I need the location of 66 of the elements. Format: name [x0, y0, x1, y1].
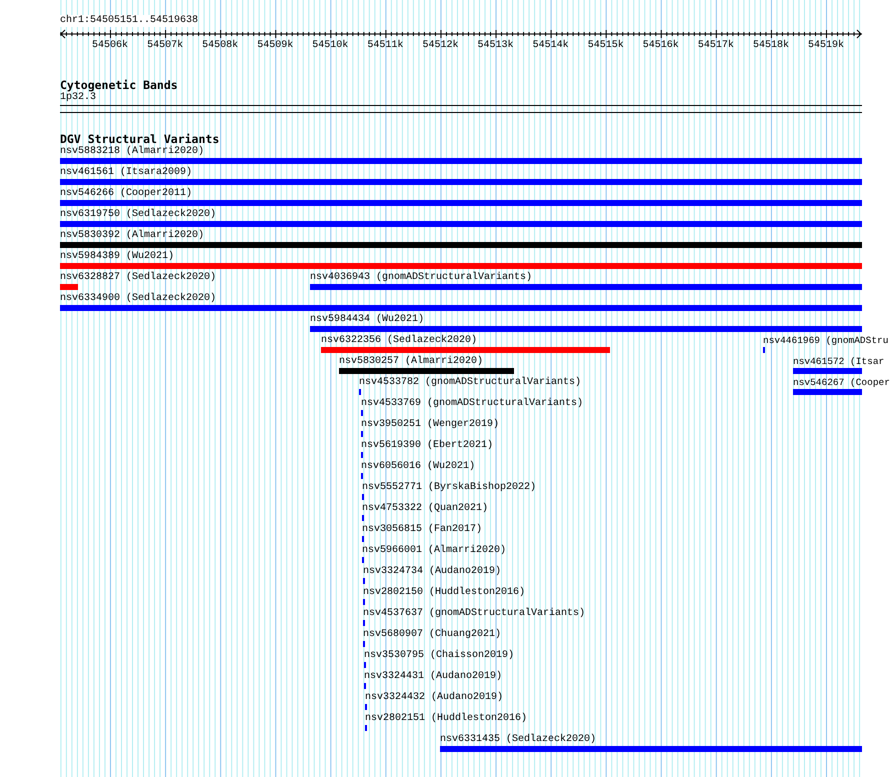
variant-bar[interactable]: [793, 389, 862, 395]
feature-label[interactable]: nsv6322356 (Sedlazeck2020): [321, 335, 478, 347]
feature-label[interactable]: nsv3324432 (Audano2019): [365, 692, 504, 704]
variant-bar[interactable]: [60, 263, 862, 269]
tick-label: 54517k: [698, 40, 734, 52]
feature-label[interactable]: nsv2802150 (Huddleston2016): [363, 587, 526, 599]
feature-label[interactable]: nsv4036943 (gnomADStructuralVariants): [310, 272, 532, 284]
feature-label[interactable]: nsv3056815 (Fan2017): [362, 524, 482, 536]
variant-bar[interactable]: [60, 179, 862, 185]
variant-bar[interactable]: [321, 347, 610, 353]
tick-label: 54507k: [147, 40, 184, 52]
variant-bar[interactable]: [60, 305, 862, 311]
variant-bar[interactable]: [60, 200, 862, 206]
tick-label: 54509k: [257, 40, 294, 52]
feature-label[interactable]: nsv5984389 (Wu2021): [60, 251, 174, 263]
tick-label: 54516k: [642, 40, 679, 52]
tick-label: 54511k: [367, 40, 404, 52]
feature-label[interactable]: nsv5830392 (Almarri2020): [60, 230, 204, 242]
tick-label: 54508k: [202, 40, 238, 52]
tick-label: 54515k: [588, 40, 624, 52]
feature-label[interactable]: nsv6328827 (Sedlazeck2020): [60, 272, 216, 284]
feature-label[interactable]: nsv4753322 (Quan2021): [362, 503, 488, 515]
tick-label: 54512k: [422, 40, 458, 52]
track-title: DGV Structural Variants: [60, 133, 220, 146]
tick-label: 54518k: [752, 40, 789, 52]
tick-label: 54514k: [532, 40, 569, 52]
variant-bar[interactable]: [60, 158, 862, 164]
feature-label[interactable]: nsv5883218 (Almarri2020): [60, 146, 204, 158]
feature-label[interactable]: nsv4461969 (gnomADStru: [763, 335, 888, 347]
feature-label[interactable]: nsv3530795 (Chaisson2019): [364, 650, 514, 662]
feature-label[interactable]: nsv6334900 (Sedlazeck2020): [60, 293, 216, 305]
track-title: Cytogenetic Bands: [60, 79, 178, 92]
feature-label[interactable]: nsv5619390 (Ebert2021): [361, 440, 494, 452]
variant-bar[interactable]: [60, 242, 862, 248]
feature-label[interactable]: nsv3950251 (Wenger2019): [361, 419, 500, 431]
feature-label[interactable]: nsv5966001 (Almarri2020): [362, 545, 506, 557]
variant-bar[interactable]: [60, 284, 78, 290]
feature-label[interactable]: nsv3324431 (Audano2019): [364, 671, 502, 683]
feature-label[interactable]: nsv5680907 (Chuang2021): [363, 629, 502, 641]
feature-label[interactable]: nsv4533782 (gnomADStructuralVariants): [359, 377, 582, 389]
band-label: 1p32.3: [60, 92, 96, 104]
tick-label: 54519k: [808, 40, 844, 52]
feature-label[interactable]: nsv2802151 (Huddleston2016): [365, 713, 528, 725]
location-label: chr1:54505151..54519638: [60, 15, 198, 27]
feature-label[interactable]: nsv3324734 (Audano2019): [363, 566, 502, 578]
variant-bar[interactable]: [310, 284, 862, 290]
feature-label[interactable]: nsv461572 (Itsar: [793, 356, 884, 368]
tick-label: 54513k: [478, 40, 514, 52]
feature-label[interactable]: nsv4533769 (gnomADStructuralVariants): [361, 398, 584, 410]
variant-bar[interactable]: [339, 368, 514, 374]
feature-label[interactable]: nsv5552771 (ByrskaBishop2022): [362, 482, 536, 494]
feature-label[interactable]: nsv4537637 (gnomADStructuralVariants): [363, 608, 586, 620]
feature-label[interactable]: nsv6056016 (Wu2021): [361, 461, 476, 473]
feature-label[interactable]: nsv461561 (Itsara2009): [60, 167, 192, 179]
feature-label[interactable]: nsv6331435 (Sedlazeck2020): [440, 734, 596, 746]
feature-label[interactable]: nsv6319750 (Sedlazeck2020): [60, 209, 216, 221]
feature-label[interactable]: nsv546267 (Cooper: [793, 377, 890, 389]
tick-label: 54506k: [92, 40, 128, 52]
feature-label[interactable]: nsv546266 (Cooper2011): [60, 188, 192, 200]
variant-bar[interactable]: [793, 368, 862, 374]
variant-bar[interactable]: [60, 221, 862, 227]
feature-label[interactable]: nsv5984434 (Wu2021): [310, 314, 424, 326]
feature-label[interactable]: nsv5830257 (Almarri2020): [339, 356, 484, 368]
variant-bar[interactable]: [310, 326, 862, 332]
tick-label: 54510k: [312, 40, 348, 52]
variant-bar[interactable]: [440, 746, 862, 752]
